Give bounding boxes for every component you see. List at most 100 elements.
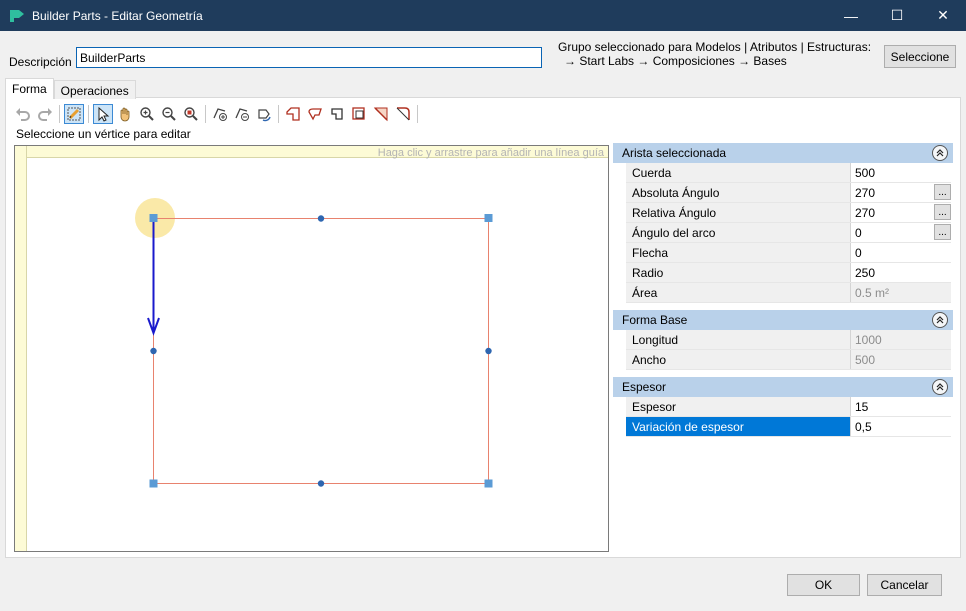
undo-button[interactable] (13, 104, 33, 124)
vertex-handle[interactable] (149, 214, 158, 222)
corner-notch-button[interactable] (327, 104, 347, 124)
edit-hint: Seleccione un vértice para editar (16, 127, 191, 141)
pan-button[interactable] (115, 104, 135, 124)
property-row-absoluta-angulo[interactable]: Absoluta Ángulo 270... (626, 183, 951, 203)
property-value-text: 0 (855, 225, 862, 240)
minimize-icon: — (844, 7, 858, 24)
property-row-cuerda[interactable]: Cuerda 500 (626, 163, 951, 183)
property-name: Ángulo del arco (626, 223, 851, 242)
property-name: Relativa Ángulo (626, 203, 851, 222)
corner-bevel-button[interactable] (283, 104, 303, 124)
property-name: Longitud (626, 330, 851, 349)
midpoint-handle[interactable] (485, 347, 492, 355)
maximize-button[interactable]: ☐ (874, 0, 920, 31)
close-button[interactable]: ✕ (920, 0, 966, 31)
property-value: 1000 (851, 330, 951, 349)
remove-vertex-button[interactable] (232, 104, 252, 124)
property-name: Flecha (626, 243, 851, 262)
undo-icon (16, 108, 30, 121)
property-value[interactable]: 15 (851, 397, 951, 416)
corner-round-button[interactable] (305, 104, 325, 124)
zoom-out-button[interactable] (159, 104, 179, 124)
window-title: Builder Parts - Editar Geometría (32, 8, 203, 23)
toolbar-separator (278, 105, 279, 123)
toolbar-separator (88, 105, 89, 123)
redo-button[interactable] (35, 104, 55, 124)
zoom-in-icon (140, 107, 154, 121)
corner-bevel-icon (286, 107, 300, 121)
property-row-angulo-arco[interactable]: Ángulo del arco 0... (626, 223, 951, 243)
shape-drawing[interactable] (15, 146, 608, 551)
midpoint-handle[interactable] (317, 480, 325, 487)
geometry-canvas[interactable]: Haga clic y arrastre para añadir una lín… (14, 145, 609, 552)
collapse-section-button[interactable] (932, 312, 948, 328)
group-info: Grupo seleccionado para Modelos | Atribu… (558, 40, 871, 68)
ellipsis-button[interactable]: ... (934, 204, 951, 220)
vertex-handle[interactable] (484, 214, 493, 222)
section-header-forma-base[interactable]: Forma Base (613, 310, 953, 330)
property-grid: Arista seleccionada Cuerda 500 Absoluta Á… (613, 143, 953, 437)
property-row-radio[interactable]: Radio 250 (626, 263, 951, 283)
property-row-flecha[interactable]: Flecha 0 (626, 243, 951, 263)
property-value-text: 270 (855, 205, 876, 220)
property-row-variacion-espesor[interactable]: Variación de espesor 0,5 (626, 417, 951, 437)
mirror-h-button[interactable] (371, 104, 391, 124)
vertex-handle[interactable] (484, 479, 493, 488)
property-row-espesor[interactable]: Espesor 15 (626, 397, 951, 417)
property-value: 500 (851, 350, 951, 369)
add-vertex-button[interactable] (210, 104, 230, 124)
chevron-up-icon (936, 149, 944, 157)
property-value[interactable]: 0 (851, 243, 951, 262)
select-pointer-button[interactable] (93, 104, 113, 124)
midpoint-handle[interactable] (317, 215, 325, 222)
toolbar-separator (205, 105, 206, 123)
property-value[interactable]: 500 (851, 163, 951, 182)
redo-icon (38, 108, 52, 121)
offset-button[interactable] (349, 104, 369, 124)
tab-forma[interactable]: Forma (5, 78, 54, 99)
edit-vertex-button[interactable] (64, 104, 84, 124)
property-value[interactable]: 0,5 (851, 417, 951, 436)
description-input[interactable] (76, 47, 542, 68)
property-value[interactable]: 270... (851, 203, 951, 222)
collapse-section-button[interactable] (932, 145, 948, 161)
zoom-fit-icon (184, 107, 198, 121)
section-title: Espesor (622, 380, 667, 394)
offset-icon (352, 107, 365, 120)
description-label: Descripción (9, 55, 72, 69)
property-name: Absoluta Ángulo (626, 183, 851, 202)
zoom-fit-button[interactable] (181, 104, 201, 124)
select-pointer-icon (98, 106, 110, 122)
property-value[interactable]: 270... (851, 183, 951, 202)
property-value[interactable]: 0... (851, 223, 951, 242)
midpoint-handle[interactable] (150, 347, 157, 355)
minimize-button[interactable]: — (828, 0, 874, 31)
rotate-icon (258, 109, 271, 122)
rotate-button[interactable] (254, 104, 274, 124)
ellipsis-button[interactable]: ... (934, 224, 951, 240)
property-value-text: 270 (855, 185, 876, 200)
mirror-h-icon (373, 107, 388, 122)
mirror-v-button[interactable] (393, 104, 413, 124)
group-info-title: Grupo seleccionado para Modelos | Atribu… (558, 40, 872, 54)
section-header-espesor[interactable]: Espesor (613, 377, 953, 397)
ellipsis-button[interactable]: ... (934, 184, 951, 200)
shape-toolbar (13, 104, 422, 124)
pan-hand-icon (120, 107, 130, 122)
remove-vertex-icon (235, 108, 249, 121)
property-value[interactable]: 250 (851, 263, 951, 282)
section-title: Arista seleccionada (622, 146, 727, 160)
maximize-icon: ☐ (890, 7, 904, 23)
collapse-section-button[interactable] (932, 379, 948, 395)
ok-button[interactable]: OK (787, 574, 860, 596)
property-name: Radio (626, 263, 851, 282)
corner-notch-icon (331, 108, 343, 120)
select-group-button[interactable]: Seleccione (884, 45, 956, 68)
tab-operaciones[interactable]: Operaciones (53, 80, 136, 99)
property-value: 0.5 m² (851, 283, 951, 302)
cancel-button[interactable]: Cancelar (867, 574, 942, 596)
property-row-relativa-angulo[interactable]: Relativa Ángulo 270... (626, 203, 951, 223)
vertex-handle[interactable] (149, 479, 158, 488)
section-header-arista[interactable]: Arista seleccionada (613, 143, 953, 163)
zoom-in-button[interactable] (137, 104, 157, 124)
